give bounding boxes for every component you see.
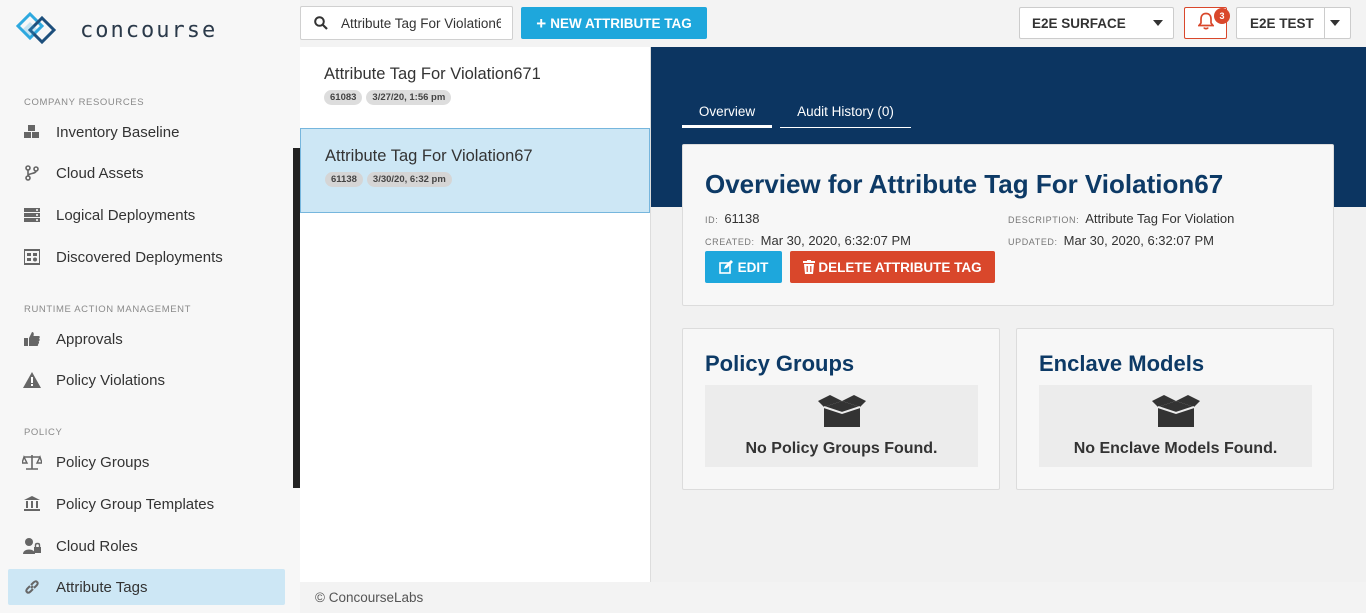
new-attribute-tag-button[interactable]: + NEW ATTRIBUTE TAG [521,7,707,39]
section-label-company-resources: COMPANY RESOURCES [24,97,145,108]
date-badge: 3/30/20, 6:32 pm [366,172,452,187]
sidebar-item-label: Policy Violations [56,371,165,389]
search-input[interactable] [341,15,501,31]
edit-button[interactable]: EDIT [705,251,782,283]
sidebar-item-logical-deployments[interactable]: Logical Deployments [8,197,285,233]
sidebar-item-attribute-tags[interactable]: Attribute Tags [8,569,285,605]
id-badge: 61083 [324,90,363,105]
list-item-selected[interactable]: Attribute Tag For Violation67 61138 3/30… [300,128,650,213]
sidebar-scrollbar[interactable] [293,148,300,488]
section-label-policy: POLICY [24,427,63,438]
footer-copyright: © ConcourseLabs [315,590,424,605]
sidebar-item-label: Logical Deployments [56,206,196,224]
sidebar-item-label: Cloud Assets [56,164,144,182]
list-item[interactable]: Attribute Tag For Violation671 61083 3/2… [300,47,650,129]
sidebar-item-label: Discovered Deployments [56,248,223,266]
user-lock-icon [22,536,42,556]
search-box[interactable] [300,6,513,40]
brand-name: concourse [80,17,218,43]
server-icon [22,205,42,225]
notification-count-badge: 3 [1214,8,1230,24]
sidebar-item-policy-group-templates[interactable]: Policy Group Templates [8,486,285,522]
user-name-label: E2E TEST [1250,15,1314,31]
sidebar: concourse COMPANY RESOURCES RUNTIME ACTI… [0,0,300,613]
cubes-icon [22,122,42,142]
surface-select-value: E2E SURFACE [1032,15,1126,31]
policy-groups-card: Policy Groups No Policy Groups Found. [682,328,1000,490]
caret-down-icon [1330,20,1340,26]
overview-title: Overview for Attribute Tag For Violation… [705,169,1224,199]
bell-icon [1196,12,1215,35]
discovered-icon [22,247,42,267]
open-box-icon [816,393,868,434]
search-icon [301,16,341,30]
overview-card: Overview for Attribute Tag For Violation… [682,144,1334,306]
list-item-title: Attribute Tag For Violation671 [324,65,541,83]
brand-logo[interactable]: concourse [16,12,217,48]
id-value: 61138 [724,211,760,226]
branch-icon [22,163,42,183]
plus-icon: + [536,13,547,33]
created-label: CREATED: [705,237,755,247]
sidebar-item-policy-groups[interactable]: Policy Groups [8,444,285,480]
user-menu-button[interactable]: E2E TEST [1236,7,1351,39]
created-field: CREATED: Mar 30, 2020, 6:32:07 PM [705,233,911,248]
concourse-logo-icon [16,12,57,45]
sidebar-item-label: Policy Groups [56,453,150,471]
updated-value: Mar 30, 2020, 6:32:07 PM [1063,233,1214,248]
updated-field: UPDATED: Mar 30, 2020, 6:32:07 PM [1008,233,1214,248]
description-field: DESCRIPTION: Attribute Tag For Violation [1008,211,1234,226]
bank-icon [22,494,42,514]
balance-scale-icon [22,452,42,472]
link-icon [22,577,42,597]
list-item-title: Attribute Tag For Violation67 [325,147,533,165]
delete-attribute-tag-button[interactable]: DELETE ATTRIBUTE TAG [790,251,995,283]
description-value: Attribute Tag For Violation [1085,211,1235,226]
created-value: Mar 30, 2020, 6:32:07 PM [760,233,911,248]
thumbs-up-icon [22,329,42,349]
sidebar-item-label: Inventory Baseline [56,123,180,141]
edit-label: EDIT [737,259,769,275]
open-box-icon [1150,393,1202,434]
id-field: ID: 61138 [705,211,760,226]
date-badge: 3/27/20, 1:56 pm [366,90,452,105]
sidebar-item-approvals[interactable]: Approvals [8,321,285,357]
sidebar-item-label: Attribute Tags [56,578,148,596]
sidebar-item-discovered-deployments[interactable]: Discovered Deployments [8,239,285,275]
sidebar-item-inventory-baseline[interactable]: Inventory Baseline [8,114,285,150]
id-badge: 61138 [325,172,363,187]
enclave-models-empty-state: No Enclave Models Found. [1039,385,1312,467]
description-label: DESCRIPTION: [1008,215,1080,225]
sidebar-item-cloud-roles[interactable]: Cloud Roles [8,528,285,564]
tab-overview[interactable]: Overview [682,104,772,128]
enclave-models-empty-text: No Enclave Models Found. [1073,440,1278,457]
updated-label: UPDATED: [1008,237,1058,247]
sidebar-item-label: Cloud Roles [56,537,138,555]
delete-label: DELETE ATTRIBUTE TAG [818,259,982,275]
sidebar-item-label: Policy Group Templates [56,495,215,513]
user-menu-divider [1324,8,1325,38]
enclave-models-title: Enclave Models [1039,351,1205,376]
sidebar-item-policy-violations[interactable]: Policy Violations [8,362,285,398]
surface-select[interactable]: E2E SURFACE [1019,7,1174,39]
warning-icon [22,370,42,390]
attribute-tag-list: Attribute Tag For Violation671 61083 3/2… [300,47,651,582]
policy-groups-empty-state: No Policy Groups Found. [705,385,978,467]
id-label: ID: [705,215,719,225]
section-label-runtime-action-management: RUNTIME ACTION MANAGEMENT [24,304,192,315]
sidebar-item-label: Approvals [56,330,123,348]
new-attribute-tag-label: NEW ATTRIBUTE TAG [550,15,692,31]
policy-groups-title: Policy Groups [705,351,855,376]
caret-down-icon [1153,20,1163,26]
trash-icon [803,260,816,274]
sidebar-item-cloud-assets[interactable]: Cloud Assets [8,155,285,191]
enclave-models-card: Enclave Models No Enclave Models Found. [1016,328,1334,490]
edit-icon [718,260,733,274]
tab-audit-history[interactable]: Audit History (0) [780,104,911,128]
policy-groups-empty-text: No Policy Groups Found. [745,440,938,457]
